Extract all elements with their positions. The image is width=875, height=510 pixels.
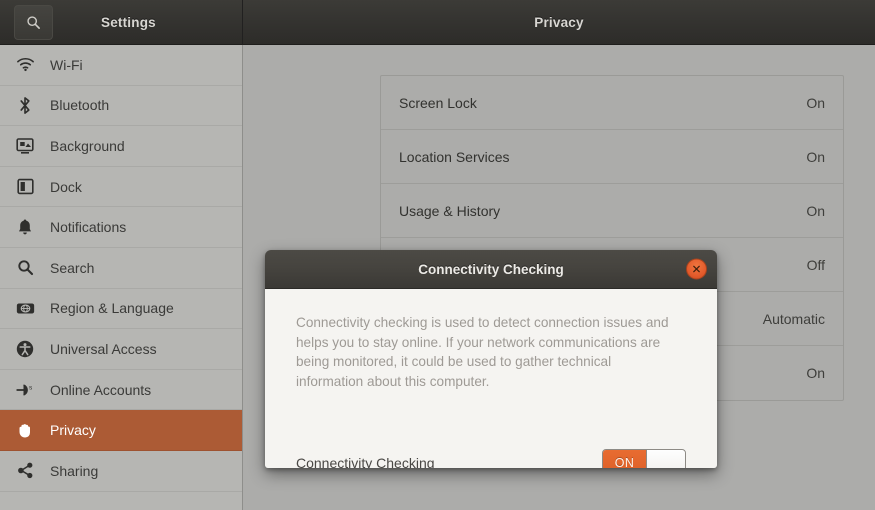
sidebar-item-universal-access[interactable]: Universal Access: [0, 329, 242, 370]
sidebar-item-region-language[interactable]: Region & Language: [0, 289, 242, 330]
sidebar-item-label: Search: [50, 259, 95, 276]
placeholder-icon: [14, 500, 36, 510]
close-button[interactable]: [686, 258, 707, 280]
switch-state-label: ON: [603, 450, 646, 468]
sidebar-item-label: Universal Access: [50, 340, 157, 357]
sidebar-item-sharing[interactable]: Sharing: [0, 451, 242, 492]
row-label: Location Services: [399, 148, 510, 165]
sidebar-item-online-accounts[interactable]: s Online Accounts: [0, 370, 242, 411]
row-value: On: [806, 148, 825, 165]
universal-access-icon: [14, 338, 36, 360]
sidebar-item-label: Region & Language: [50, 300, 174, 317]
sidebar-item-dock[interactable]: Dock: [0, 167, 242, 208]
search-button[interactable]: [14, 4, 53, 40]
switch-knob[interactable]: [646, 450, 685, 468]
connectivity-toggle-label: Connectivity Checking: [296, 454, 435, 469]
sidebar-item-wifi[interactable]: Wi-Fi: [0, 45, 242, 86]
content-titlebar: Privacy: [243, 0, 875, 45]
bell-icon: [14, 216, 36, 238]
connectivity-toggle-row: Connectivity Checking ON: [296, 449, 686, 468]
sidebar: Wi-Fi Bluetooth Background Dock Notifica…: [0, 45, 243, 510]
sidebar-item-bluetooth[interactable]: Bluetooth: [0, 86, 242, 127]
region-language-icon: [14, 297, 36, 319]
row-value: Off: [806, 256, 825, 273]
sidebar-item-label: Privacy: [50, 422, 96, 439]
dialog-body: Connectivity checking is used to detect …: [265, 289, 717, 468]
background-icon: [14, 135, 36, 157]
online-accounts-icon: s: [14, 379, 36, 401]
settings-window: Settings Privacy Wi-Fi Bluetooth Backgro…: [0, 0, 875, 510]
row-value: On: [806, 94, 825, 111]
dialog-titlebar: Connectivity Checking: [265, 250, 717, 289]
row-value: On: [806, 202, 825, 219]
sidebar-item-search[interactable]: Search: [0, 248, 242, 289]
sidebar-item-label: Notifications: [50, 219, 127, 236]
table-row[interactable]: Location Services On: [381, 130, 843, 184]
sidebar-item-label: Sharing: [50, 462, 99, 479]
sidebar-item-label: Wi-Fi: [50, 56, 83, 73]
sidebar-title: Settings: [101, 14, 156, 30]
sidebar-item-extra[interactable]: [0, 492, 242, 510]
connectivity-checking-dialog: Connectivity Checking Connectivity check…: [265, 250, 717, 468]
search-icon: [14, 257, 36, 279]
sidebar-item-label: Dock: [50, 178, 82, 195]
table-row[interactable]: Usage & History On: [381, 184, 843, 238]
connectivity-toggle-switch[interactable]: ON: [602, 449, 686, 468]
row-value: On: [806, 365, 825, 381]
dialog-title: Connectivity Checking: [418, 261, 564, 277]
table-row[interactable]: Screen Lock On: [381, 76, 843, 130]
wifi-icon: [14, 54, 36, 76]
row-value: Automatic: [762, 310, 825, 327]
bluetooth-icon: [14, 94, 36, 116]
row-label: Screen Lock: [399, 94, 477, 111]
sidebar-item-privacy[interactable]: Privacy: [0, 410, 242, 451]
sidebar-item-label: Background: [50, 137, 125, 154]
svg-text:s: s: [29, 384, 33, 391]
dialog-description: Connectivity checking is used to detect …: [296, 315, 669, 389]
sharing-icon: [14, 460, 36, 482]
sidebar-item-background[interactable]: Background: [0, 126, 242, 167]
row-label: Usage & History: [399, 202, 501, 219]
sidebar-item-label: Bluetooth: [50, 97, 110, 114]
close-icon: [692, 265, 701, 274]
privacy-hand-icon: [14, 419, 36, 441]
sidebar-item-label: Online Accounts: [50, 381, 152, 398]
page-title: Privacy: [534, 14, 584, 30]
sidebar-titlebar: Settings: [0, 0, 243, 45]
sidebar-item-notifications[interactable]: Notifications: [0, 207, 242, 248]
dock-icon: [14, 176, 36, 198]
search-icon: [26, 15, 41, 30]
